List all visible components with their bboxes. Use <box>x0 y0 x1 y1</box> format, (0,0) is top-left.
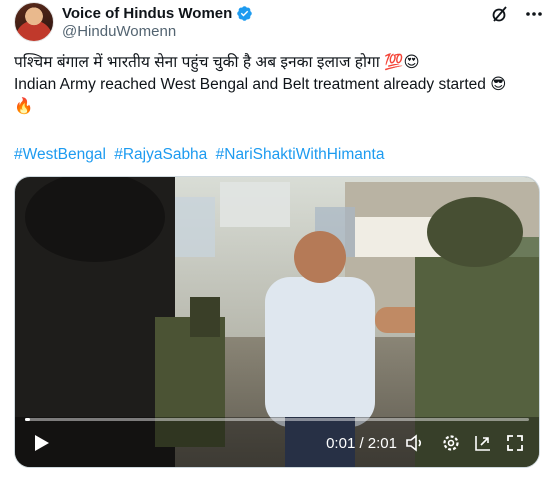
video-progress-fill <box>25 418 31 421</box>
author-display-name[interactable]: Voice of Hindus Women <box>62 5 232 22</box>
tweet-actions-top <box>490 4 544 24</box>
more-icon[interactable] <box>524 4 544 24</box>
tweet-line-english: Indian Army reached West Bengal and Belt… <box>14 76 507 93</box>
video-player[interactable]: 0:01 / 2:01 <box>14 176 540 468</box>
tweet-text: पश्चिम बंगाल में भारतीय सेना पहुंच चुकी … <box>14 52 539 118</box>
volume-icon[interactable] <box>405 433 425 453</box>
author-handle[interactable]: @HinduWomenn <box>62 23 176 40</box>
tweet-line-hindi: पश्चिम बंगाल में भारतीय सेना पहुंच चुकी … <box>14 54 420 71</box>
fullscreen-icon[interactable] <box>505 433 525 453</box>
video-time: 0:01 / 2:01 <box>326 435 397 452</box>
hashtag-link[interactable]: #NariShaktiWithHimanta <box>216 146 385 163</box>
pip-icon[interactable] <box>473 433 493 453</box>
tweet-line-emoji: 🔥 <box>14 98 34 115</box>
video-controls: 0:01 / 2:01 <box>15 427 539 459</box>
grok-icon[interactable] <box>490 4 510 24</box>
settings-icon[interactable] <box>441 433 461 453</box>
avatar[interactable] <box>14 2 54 42</box>
hashtag-link[interactable]: #RajyaSabha <box>114 146 207 163</box>
verified-badge-icon[interactable] <box>236 5 253 22</box>
video-progress-bar[interactable] <box>25 418 529 421</box>
author-name-row: Voice of Hindus Women <box>62 3 253 23</box>
play-icon[interactable] <box>31 433 51 453</box>
tweet: Voice of Hindus Women @HinduWomenn पश्चि… <box>0 0 554 477</box>
hashtag-link[interactable]: #WestBengal <box>14 146 106 163</box>
hashtag-list: #WestBengal #RajyaSabha #NariShaktiWithH… <box>14 146 388 164</box>
video-frame <box>15 177 539 467</box>
